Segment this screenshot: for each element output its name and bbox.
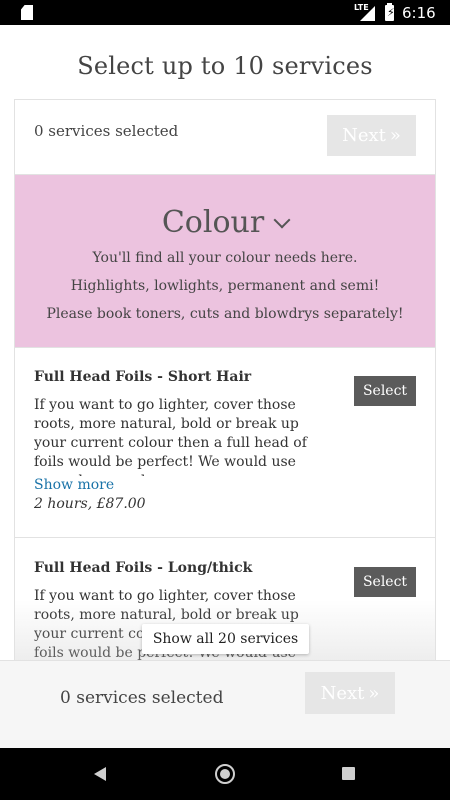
double-chevron-right-icon: »: [389, 125, 401, 146]
home-icon[interactable]: [215, 764, 235, 784]
back-icon[interactable]: [94, 767, 106, 781]
network-type: LTE: [354, 3, 369, 12]
selected-count: 0 services selected: [34, 122, 179, 140]
service-description: If you want to go lighter, cover those r…: [34, 397, 307, 476]
next-button-bottom[interactable]: Next »: [305, 672, 395, 714]
status-time: 6:16: [402, 4, 436, 22]
select-service-button[interactable]: Select: [354, 567, 416, 597]
category-title-text: Colour: [161, 205, 265, 240]
next-button-top[interactable]: Next »: [327, 115, 416, 156]
show-all-services-button[interactable]: Show all 20 services: [142, 624, 309, 654]
show-more-link[interactable]: Show more: [34, 477, 114, 493]
next-button-label: Next: [320, 682, 365, 704]
double-chevron-right-icon: »: [368, 682, 380, 704]
recent-apps-icon[interactable]: [342, 767, 355, 780]
select-service-button[interactable]: Select: [354, 376, 416, 406]
system-nav-bar: [0, 748, 450, 800]
category-title[interactable]: Colour: [15, 205, 435, 240]
service-name: Full Head Foils - Short Hair: [34, 369, 252, 385]
selection-summary-top: 0 services selected Next »: [15, 100, 435, 175]
category-description-line: Please book toners, cuts and blowdrys se…: [46, 306, 404, 322]
service-item: Full Head Foils - Short Hair If you want…: [15, 348, 435, 538]
service-duration-price: 2 hours, £87.00: [34, 496, 146, 512]
page-title: Select up to 10 services: [77, 52, 373, 80]
category-header-colour[interactable]: Colour You'll find all your colour needs…: [15, 175, 435, 348]
services-card: 0 services selected Next » Colour You'll…: [14, 99, 436, 739]
service-name: Full Head Foils - Long/thick: [34, 560, 253, 576]
status-bar: LTE ⚡ 6:16: [0, 0, 450, 25]
selected-count: 0 services selected: [60, 688, 224, 708]
sd-card-icon: [21, 5, 33, 20]
chevron-down-icon[interactable]: [273, 211, 291, 228]
category-description-line: You'll find all your colour needs here.: [92, 250, 358, 266]
charging-icon: ⚡: [387, 6, 395, 19]
category-description-line: Highlights, lowlights, permanent and sem…: [70, 278, 380, 294]
selection-summary-bottom: 0 services selected Next »: [0, 660, 450, 748]
next-button-label: Next: [342, 125, 386, 146]
